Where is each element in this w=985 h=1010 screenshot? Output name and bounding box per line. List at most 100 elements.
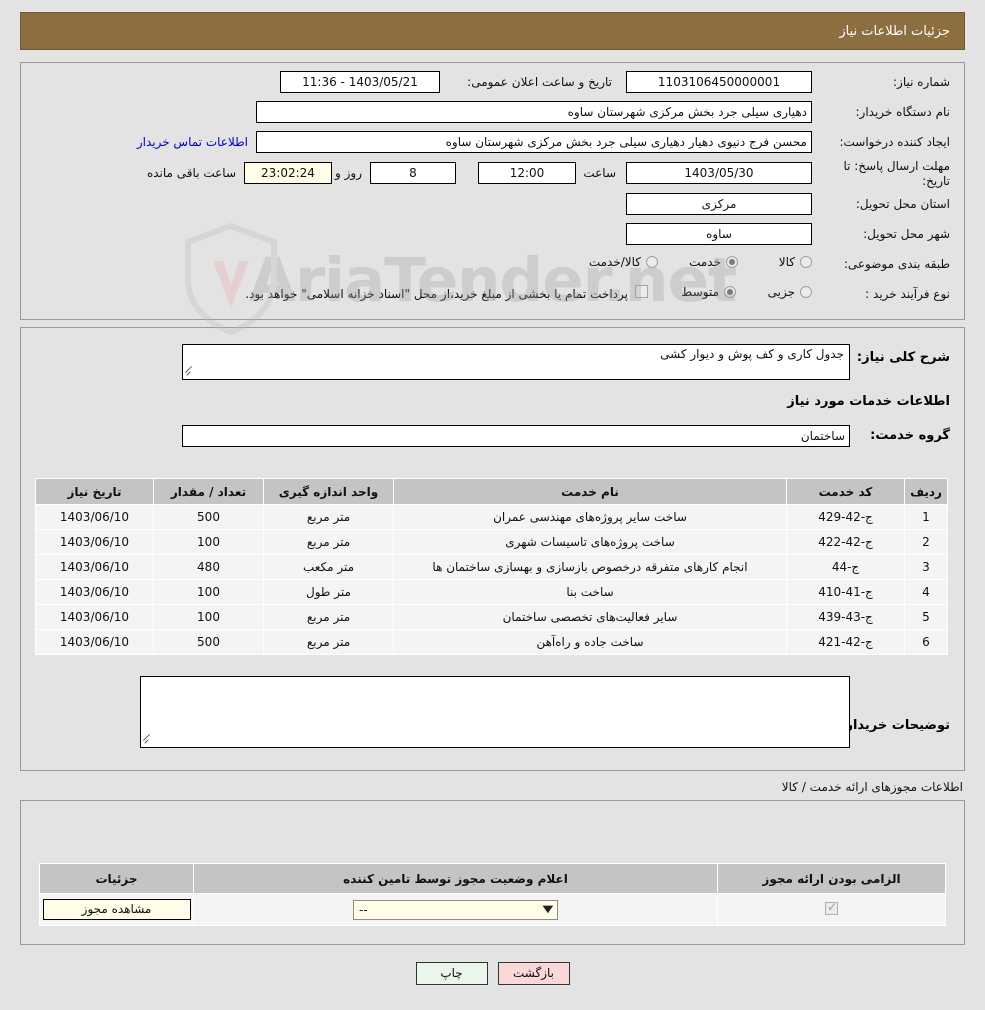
buyer-org-value: دهیاری سیلی جرد بخش مرکزی شهرستان ساوه — [256, 101, 812, 123]
summary-label: شرح کلی نیاز: — [856, 350, 950, 365]
radio-label-kala-khedmat: کالا/خدمت — [588, 255, 641, 269]
buyer-notes-label: توضیحات خریدار: — [840, 718, 950, 733]
cell-unit: متر طول — [263, 579, 394, 605]
chevron-down-icon: ▼ — [542, 904, 554, 915]
radio-category-kala-khedmat[interactable]: کالا/خدمت — [589, 255, 658, 269]
cell-qty: 100 — [153, 579, 264, 605]
cell-date: 1403/06/10 — [35, 529, 154, 555]
col-radif: ردیف — [904, 478, 948, 505]
radio-process-motevaset[interactable]: متوسط — [681, 285, 736, 299]
print-button[interactable]: چاپ — [415, 962, 488, 985]
col-unit: واحد اندازه گیری — [263, 478, 394, 505]
table-row: 4 ج-41-410 ساخت بنا متر طول 100 1403/06/… — [35, 579, 948, 605]
cell-radif: 5 — [904, 604, 948, 630]
cell-date: 1403/06/10 — [35, 554, 154, 580]
cell-code: ج-42-421 — [786, 629, 905, 655]
need-number-label: شماره نیاز: — [893, 75, 950, 89]
table-row: 6 ج-42-421 ساخت جاده و راه‌آهن متر مربع … — [35, 629, 948, 655]
view-license-button[interactable]: مشاهده مجوز — [42, 899, 191, 920]
cell-name: سایر فعالیت‌های تخصصی ساختمان — [393, 604, 787, 630]
services-info-heading: اطلاعات خدمات مورد نیاز — [787, 394, 950, 409]
cell-qty: 100 — [153, 604, 264, 630]
cell-code: ج-43-439 — [786, 604, 905, 630]
table-row: 2 ج-42-422 ساخت پروژه‌های تاسیسات شهری م… — [35, 529, 948, 555]
category-label: طبقه بندی موضوعی: — [843, 257, 950, 271]
cell-license-required — [717, 893, 946, 926]
cell-radif: 1 — [904, 504, 948, 530]
radio-label-motevaset: متوسط — [681, 285, 719, 299]
col-license-status: اعلام وضعیت مجوز توسط تامین کننده — [193, 863, 718, 894]
footer-actions: بازگشت چاپ — [0, 962, 985, 985]
cell-code: ج-42-422 — [786, 529, 905, 555]
cell-name: ساخت سایر پروژه‌های مهندسی عمران — [393, 504, 787, 530]
days-label: روز و — [335, 166, 362, 180]
radio-dot-khedmat[interactable] — [726, 256, 738, 268]
province-label: استان محل تحویل: — [855, 197, 950, 211]
radio-dot-jozee[interactable] — [800, 286, 812, 298]
cell-date: 1403/06/10 — [35, 579, 154, 605]
licenses-header-row: الزامی بودن ارائه مجوز اعلام وضعیت مجوز … — [39, 863, 946, 894]
cell-qty: 500 — [153, 504, 264, 530]
summary-textarea[interactable]: جدول کاری و کف پوش و دیوار کشی — [182, 344, 850, 380]
cell-license-details: مشاهده مجوز — [39, 893, 194, 926]
license-status-select[interactable]: ▼ -- — [353, 899, 558, 920]
radio-dot-motevaset[interactable] — [724, 286, 736, 298]
radio-process-jozee[interactable]: جزیی — [768, 285, 812, 299]
cell-radif: 3 — [904, 554, 948, 580]
cell-radif: 6 — [904, 629, 948, 655]
cell-name: ساخت بنا — [393, 579, 787, 605]
service-group-label: گروه خدمت: — [870, 428, 950, 443]
radio-category-kala[interactable]: کالا — [779, 255, 812, 269]
page-header-bar: جزئیات اطلاعات نیاز — [20, 12, 965, 50]
cell-qty: 480 — [153, 554, 264, 580]
col-name: نام خدمت — [393, 478, 787, 505]
cell-license-status: ▼ -- — [193, 893, 718, 926]
table-row: 3 ج-44 انجام کارهای متفرقه درخصوص بازساز… — [35, 554, 948, 580]
col-code: کد خدمت — [786, 478, 905, 505]
radio-label-kala: کالا — [778, 255, 795, 269]
city-value: ساوه — [626, 223, 812, 245]
radio-dot-kala[interactable] — [800, 256, 812, 268]
cell-qty: 100 — [153, 529, 264, 555]
cell-name: ساخت پروژه‌های تاسیسات شهری — [393, 529, 787, 555]
creator-value: محسن فرج دنیوی دهیار دهیاری سیلی جرد بخش… — [256, 131, 812, 153]
col-license-details: جزئیات — [39, 863, 194, 894]
need-number-value: 1103106450000001 — [626, 71, 812, 93]
treasury-bond-checkbox[interactable] — [635, 285, 648, 298]
radio-category-khedmat[interactable]: خدمت — [689, 255, 738, 269]
col-license-required: الزامی بودن ارائه مجوز — [717, 863, 946, 894]
deadline-date-value: 1403/05/30 — [626, 162, 812, 184]
days-remaining-value: 8 — [370, 162, 456, 184]
need-detail-panel: شرح کلی نیاز: جدول کاری و کف پوش و دیوار… — [20, 327, 965, 771]
cell-code: ج-42-429 — [786, 504, 905, 530]
back-button[interactable]: بازگشت — [497, 962, 570, 985]
cell-unit: متر مربع — [263, 604, 394, 630]
cell-unit: متر مکعب — [263, 554, 394, 580]
announce-label: تاریخ و ساعت اعلان عمومی: — [467, 75, 612, 89]
payment-note: پرداخت تمام یا بخشی از مبلغ خرید،از محل … — [245, 287, 628, 301]
table-row: 1 ج-42-429 ساخت سایر پروژه‌های مهندسی عم… — [35, 504, 948, 530]
need-info-panel: شماره نیاز: 1103106450000001 تاریخ و ساع… — [20, 62, 965, 320]
radio-label-khedmat: خدمت — [689, 255, 721, 269]
cell-date: 1403/06/10 — [35, 629, 154, 655]
buyer-contact-link[interactable]: اطلاعات تماس خریدار — [137, 135, 248, 150]
cell-unit: متر مربع — [263, 529, 394, 555]
buyer-notes-textarea[interactable] — [140, 676, 850, 748]
license-status-value: -- — [359, 902, 368, 917]
city-label: شهر محل تحویل: — [863, 227, 950, 241]
cell-name: انجام کارهای متفرقه درخصوص بازسازی و بهس… — [393, 554, 787, 580]
service-group-value: ساختمان — [182, 425, 850, 447]
table-row: 5 ج-43-439 سایر فعالیت‌های تخصصی ساختمان… — [35, 604, 948, 630]
buyer-org-label: نام دستگاه خریدار: — [855, 105, 951, 119]
licenses-table: الزامی بودن ارائه مجوز اعلام وضعیت مجوز … — [39, 863, 946, 926]
licenses-panel: الزامی بودن ارائه مجوز اعلام وضعیت مجوز … — [20, 800, 965, 945]
province-value: مرکزی — [626, 193, 812, 215]
creator-label: ایجاد کننده درخواست: — [839, 135, 950, 149]
radio-dot-kala-khedmat[interactable] — [646, 256, 658, 268]
countdown-timer: 23:02:24 — [244, 162, 332, 184]
page-title: جزئیات اطلاعات نیاز — [839, 23, 950, 39]
col-qty: تعداد / مقدار — [153, 478, 264, 505]
cell-radif: 4 — [904, 579, 948, 605]
cell-unit: متر مربع — [263, 504, 394, 530]
cell-date: 1403/06/10 — [35, 504, 154, 530]
